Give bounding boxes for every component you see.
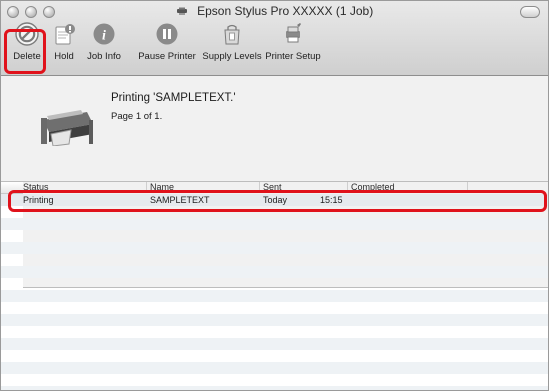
table-row [1,362,548,374]
supply-levels-icon [219,21,245,47]
job-row-highlight [8,190,547,212]
job-table-rows: Printing SAMPLETEXT Today 15:15 [1,194,548,390]
printer-icon [176,5,188,15]
titlebar: Epson Stylus Pro XXXXX (1 Job) Delete Ho… [1,1,548,76]
supply-levels-label: Supply Levels [202,51,262,62]
job-info-button[interactable]: i Job Info [80,21,128,62]
print-queue-window: Epson Stylus Pro XXXXX (1 Job) Delete Ho… [0,0,549,391]
table-row [1,338,548,350]
pause-printer-label: Pause Printer [138,51,196,62]
toolbar-toggle-button[interactable] [520,6,540,18]
hold-icon [51,21,77,47]
job-info-label: Job Info [87,51,121,62]
status-line-1: Printing 'SAMPLETEXT.' [111,92,236,104]
info-icon: i [91,21,117,47]
printer-setup-label: Printer Setup [265,51,321,62]
hold-label: Hold [54,51,74,62]
printer-setup-icon [280,21,306,47]
status-area: Printing 'SAMPLETEXT.' Page 1 of 1. [1,76,548,182]
job-table: Status Name Sent Completed Printing SAMP… [1,182,548,390]
table-row [1,218,548,230]
table-row [1,266,548,278]
pause-icon [154,21,180,47]
table-row [1,242,548,254]
status-line-2: Page 1 of 1. [111,111,163,122]
printer-image [37,102,97,147]
svg-text:i: i [102,29,106,44]
window-title-text: Epson Stylus Pro XXXXX (1 Job) [197,4,374,18]
supply-levels-button[interactable]: Supply Levels [201,21,263,62]
window-title: Epson Stylus Pro XXXXX (1 Job) [1,4,548,18]
hold-button[interactable]: Hold [46,21,82,62]
table-row [1,290,548,302]
printer-setup-button[interactable]: Printer Setup [263,21,323,62]
pause-printer-button[interactable]: Pause Printer [135,21,199,62]
table-row [1,386,548,390]
table-row [1,314,548,326]
delete-highlight [4,29,46,74]
